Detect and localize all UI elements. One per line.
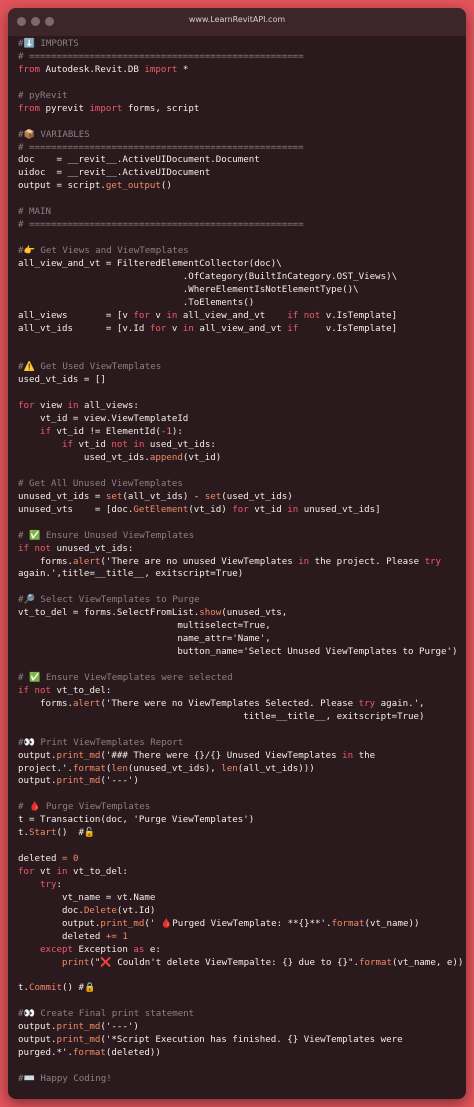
code-line: # ✅ Ensure ViewTemplates were selected [18, 672, 233, 683]
code-line: t.Commit() #🔒 [18, 983, 96, 994]
code-line: output.print_md(' 🩸Purged ViewTemplate: … [18, 918, 420, 929]
title-bar: www.LearnRevitAPI.com [8, 8, 466, 36]
code-line: # pyRevit [18, 90, 68, 101]
code-line: #📦 VARIABLES [18, 129, 90, 140]
code-line: deleted = 0 [18, 854, 79, 865]
code-line: deleted += 1 [18, 931, 128, 942]
code-line: doc = __revit__.ActiveUIDocument.Documen… [18, 155, 260, 166]
code-line: title=__title__, exitscript=True) [18, 711, 425, 722]
code-line: t = Transaction(doc, 'Purge ViewTemplate… [18, 815, 255, 826]
code-line: used_vt_ids = [] [18, 375, 106, 386]
code-line: purged.*'.format(deleted)) [18, 1048, 161, 1059]
code-line: #⚠️ Get Used ViewTemplates [18, 362, 162, 373]
code-line: again.',title=__title__, exitscript=True… [18, 569, 244, 580]
code-line: if vt_id != ElementId(-1): [39, 427, 183, 438]
code-line: button_name='Select Unused ViewTemplates… [18, 647, 458, 658]
code-line: # ======================================… [18, 142, 304, 153]
code-line: all_view_and_vt = FilteredElementCollect… [18, 258, 282, 269]
code-line: output.print_md('---') [18, 776, 139, 787]
code-line: used_vt_ids.append(vt_id) [18, 453, 222, 463]
code-line: vt_to_del = forms.SelectFromList.show(un… [18, 608, 288, 619]
code-line: if not vt_to_del: [18, 685, 112, 696]
code-line: vt_id = view.ViewTemplateId [18, 414, 189, 425]
code-line: from Autodesk.Revit.DB import * [18, 64, 189, 75]
code-line: except Exception as e: [39, 944, 161, 955]
code-line: doc.Delete(vt.Id) [18, 905, 156, 916]
code-line: output.print_md('*Script Execution has f… [18, 1035, 403, 1046]
code-line: print("❌ Couldn't delete ViewTempalte: {… [61, 957, 464, 968]
code-block: #⬇️ IMPORTS # ===========================… [18, 38, 464, 1086]
code-line: # Get All Unused ViewTemplates [18, 478, 183, 489]
code-line: # MAIN [18, 207, 51, 218]
code-line: #👀 Create Final print statement [18, 1009, 195, 1020]
code-line: vt_name = vt.Name [18, 892, 156, 903]
code-line: uidoc = __revit__.ActiveUIDocument [18, 168, 211, 179]
code-line: output.print_md('### There were {}/{} Un… [18, 750, 376, 761]
code-line: unused_vts = [doc.GetElement(vt_id) for … [18, 504, 381, 515]
code-line: for vt in vt_to_del: [18, 867, 128, 877]
code-line: unused_vt_ids = set(all_vt_ids) - set(us… [18, 491, 293, 502]
code-line: from pyrevit import forms, script [18, 103, 200, 114]
window-url: www.LearnRevitAPI.com [188, 15, 286, 24]
code-line: # ======================================… [18, 220, 304, 231]
code-line: if vt_id not in used_vt_ids: [61, 440, 216, 451]
code-line: .WhereElementIsNotElementType()\ [18, 284, 359, 295]
code-line: #⬇️ IMPORTS [18, 39, 79, 49]
code-line: all_views = [v for v in all_view_and_vt … [18, 310, 398, 321]
code-line: all_vt_ids = [v.Id for v in all_view_and… [18, 323, 398, 334]
code-line: #👀 Print ViewTemplates Report [18, 737, 184, 748]
code-line: #🔎 Select ViewTemplates to Purge [18, 595, 200, 606]
code-line: #👉 Get Views and ViewTemplates [18, 246, 189, 256]
code-line: #⌨️ Happy Coding! [18, 1074, 112, 1084]
code-line: try: [39, 879, 62, 890]
code-line: t.Start() #🔓 [18, 828, 96, 839]
code-line: for view in all_views: [18, 401, 139, 412]
code-line: .ToElements() [18, 297, 255, 308]
code-line: # ✅ Ensure Unused ViewTemplates [18, 530, 195, 541]
code-line: project.'.format(len(unused_vt_ids), len… [18, 763, 315, 774]
code-line: forms.alert('There were no ViewTemplates… [18, 698, 425, 709]
code-line: multiselect=True, [18, 621, 271, 632]
code-line: name_attr='Name', [18, 634, 271, 645]
code-line: # 🩸 Purge ViewTemplates [18, 802, 151, 813]
code-line: if not unused_vt_ids: [18, 543, 134, 554]
code-line: output = script.get_output() [18, 181, 172, 192]
code-window: www.LearnRevitAPI.com #⬇️ IMPORTS # =====… [8, 8, 466, 1099]
code-line: forms.alert('There are no unused ViewTem… [18, 556, 442, 567]
code-line: .OfCategory(BuiltInCategory.OST_Views)\ [18, 271, 398, 282]
code-line: output.print_md('---') [18, 1022, 139, 1033]
code-line: # ======================================… [18, 51, 304, 62]
